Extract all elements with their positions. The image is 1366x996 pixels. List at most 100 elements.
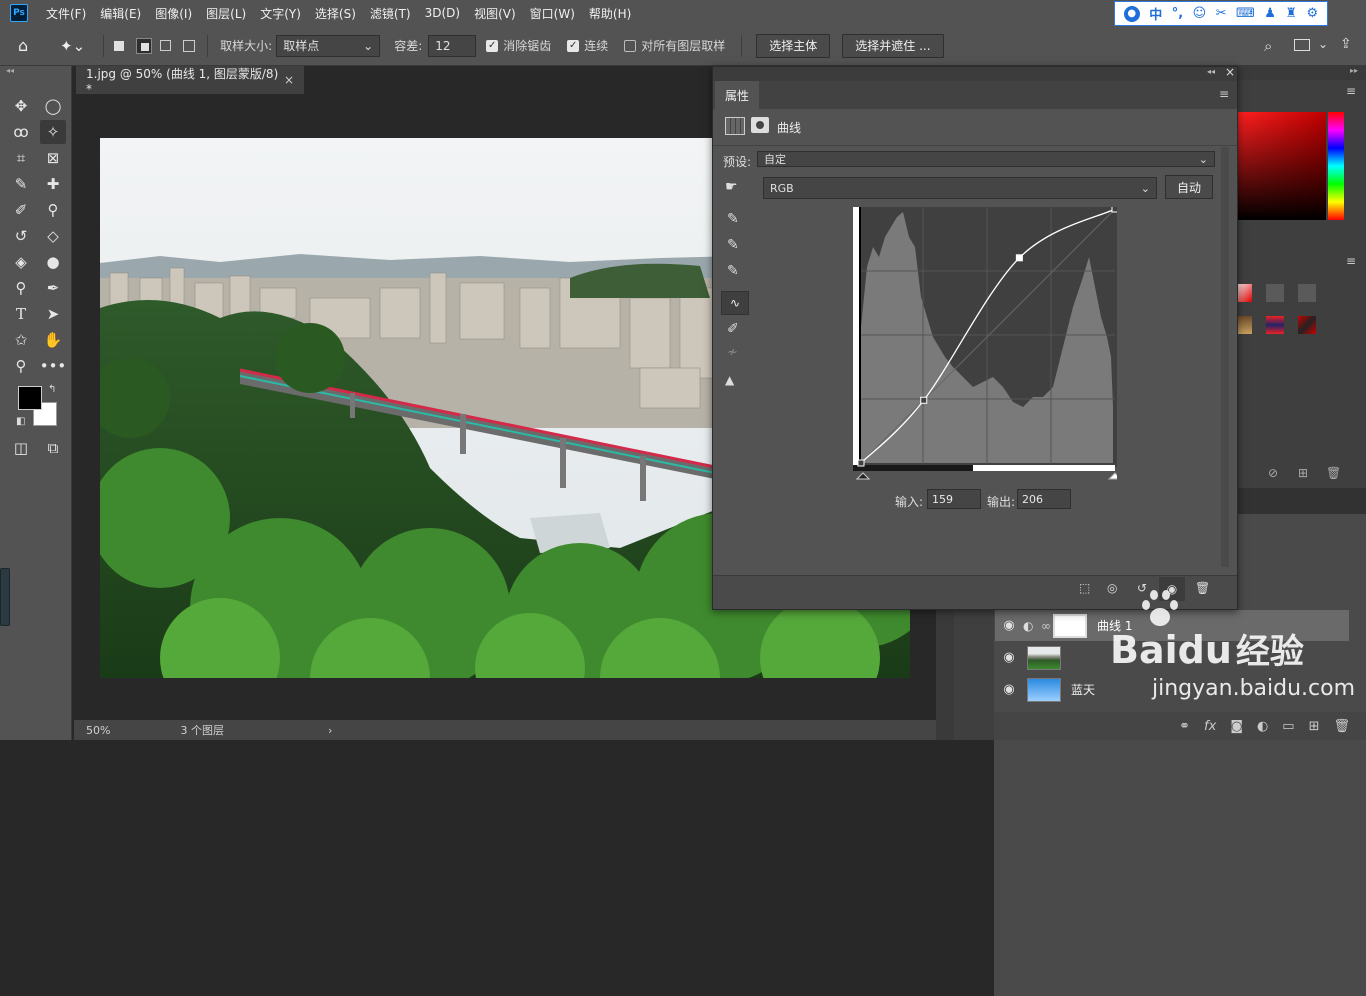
menu-type[interactable]: 文字(Y): [260, 5, 301, 22]
all-layers-checkbox[interactable]: [624, 39, 637, 52]
frame-tool-icon[interactable]: ⊠: [40, 146, 66, 170]
white-point-eyedropper-icon[interactable]: ✎: [727, 263, 739, 279]
curve-edit-icon[interactable]: ∿: [721, 291, 749, 315]
swatch[interactable]: [1298, 316, 1316, 334]
keyboard-icon[interactable]: ⌨: [1236, 6, 1255, 21]
menu-select[interactable]: 选择(S): [315, 5, 356, 22]
zoom-level[interactable]: 50%: [86, 724, 110, 737]
contiguous-checkbox[interactable]: ✓: [567, 39, 580, 52]
menu-filter[interactable]: 滤镜(T): [370, 5, 411, 22]
layer-name[interactable]: 蓝天: [1071, 681, 1095, 698]
clip-to-layer-icon[interactable]: ⬚: [1079, 581, 1090, 595]
curve-point[interactable]: [920, 396, 928, 404]
tolerance-input[interactable]: 12: [428, 34, 477, 57]
menu-file[interactable]: 文件(F): [46, 5, 86, 22]
auto-button[interactable]: 自动: [1165, 175, 1213, 199]
shape-tool-icon[interactable]: ✩: [8, 328, 34, 352]
move-tool-icon[interactable]: ✥: [8, 94, 34, 118]
menu-layer[interactable]: 图层(L): [206, 5, 246, 22]
fx-icon[interactable]: fx: [1204, 719, 1216, 734]
quick-mask-icon[interactable]: ◫: [8, 436, 34, 460]
dodge-tool-icon[interactable]: ⚲: [8, 276, 34, 300]
default-colors-icon[interactable]: ◧: [16, 416, 25, 427]
collapse-icon[interactable]: ◂◂: [1207, 67, 1215, 76]
swatch[interactable]: [1266, 284, 1284, 302]
healing-tool-icon[interactable]: ✚: [40, 172, 66, 196]
new-icon[interactable]: ⊞: [1298, 466, 1308, 480]
panel-menu-icon[interactable]: ≡: [1346, 84, 1356, 98]
white-slider[interactable]: [1107, 472, 1117, 480]
eye-icon[interactable]: ◉: [995, 650, 1023, 665]
eye-icon[interactable]: ◉: [995, 682, 1023, 697]
swap-colors-icon[interactable]: ↰: [48, 384, 56, 395]
select-and-mask-button[interactable]: 选择并遮住 ...: [842, 33, 944, 58]
pencil-icon[interactable]: ✐: [727, 321, 739, 337]
sample-size-select[interactable]: 取样点 ⌄: [276, 34, 381, 57]
magic-wand-preset-icon[interactable]: ✦⌄: [60, 37, 85, 55]
eye-icon[interactable]: ◉: [995, 618, 1023, 633]
gear-icon[interactable]: ⚙: [1307, 6, 1319, 21]
lasso-tool-icon[interactable]: ꝏ: [8, 120, 34, 144]
blur-tool-icon[interactable]: ●: [40, 250, 66, 274]
menu-help[interactable]: 帮助(H): [589, 5, 631, 22]
new-layer-icon[interactable]: ⊞: [1309, 719, 1320, 734]
panel-menu-icon[interactable]: ≡: [1346, 254, 1356, 268]
select-subject-button[interactable]: 选择主体: [756, 33, 831, 58]
type-tool-icon[interactable]: T: [8, 302, 34, 326]
foreground-color-swatch[interactable]: [18, 386, 42, 410]
eyedropper-tool-icon[interactable]: ✎: [8, 172, 34, 196]
curve-point[interactable]: [857, 459, 865, 467]
chinese-icon[interactable]: 中: [1149, 4, 1162, 23]
search-icon[interactable]: ⌕: [1264, 37, 1272, 55]
collapse-icon[interactable]: ◂◂: [6, 66, 14, 75]
history-brush-icon[interactable]: ↺: [8, 224, 34, 248]
layer-thumbnail[interactable]: [1027, 677, 1061, 702]
menu-edit[interactable]: 编辑(E): [100, 5, 141, 22]
magic-wand-tool-icon[interactable]: ✧: [40, 120, 66, 144]
link-layers-icon[interactable]: ⚭: [1179, 719, 1190, 734]
close-icon[interactable]: ×: [284, 73, 294, 87]
eraser-tool-icon[interactable]: ◇: [40, 224, 66, 248]
add-selection-icon[interactable]: [136, 37, 153, 54]
punct-icon[interactable]: °,: [1172, 6, 1183, 21]
panel-menu-icon[interactable]: ≡: [1219, 87, 1229, 101]
curve-point[interactable]: [1015, 254, 1023, 262]
preset-select[interactable]: 自定 ⌄: [757, 151, 1215, 167]
more-tools-icon[interactable]: •••: [40, 354, 67, 378]
paint-bucket-icon[interactable]: ◈: [8, 250, 34, 274]
screen-mode-icon[interactable]: ⧉: [40, 436, 66, 460]
share-icon[interactable]: ⇪: [1340, 36, 1352, 52]
workspace-icon[interactable]: [1294, 39, 1310, 51]
smooth-curve-icon[interactable]: ≁: [727, 345, 738, 360]
person-icon[interactable]: ♟: [1264, 6, 1276, 21]
brush-tool-icon[interactable]: ✐: [8, 198, 34, 222]
clipping-warning-icon[interactable]: ▲: [725, 373, 734, 387]
mask-icon[interactable]: [751, 117, 769, 133]
hue-slider[interactable]: [1328, 112, 1344, 220]
close-icon[interactable]: ×: [1225, 65, 1235, 79]
marquee-tool-icon[interactable]: ◯: [40, 94, 66, 118]
zoom-tool-icon[interactable]: ⚲: [8, 354, 34, 378]
output-field[interactable]: 206: [1017, 489, 1071, 509]
document-tab[interactable]: 1.jpg @ 50% (曲线 1, 图层蒙版/8) * ×: [76, 66, 304, 96]
trash-icon[interactable]: 🗑: [1333, 719, 1350, 734]
user-icon[interactable]: ●: [1123, 5, 1140, 22]
delete-icon[interactable]: ⊘: [1268, 466, 1278, 480]
intersect-selection-icon[interactable]: [183, 39, 196, 52]
channel-select[interactable]: RGB ⌄: [763, 177, 1157, 199]
antialias-checkbox[interactable]: ✓: [486, 39, 499, 52]
swatch[interactable]: [1298, 284, 1316, 302]
subtract-selection-icon[interactable]: [160, 40, 172, 51]
emoji-icon[interactable]: ☺: [1193, 6, 1207, 21]
target-adjust-icon[interactable]: ☛: [725, 179, 738, 195]
tab-properties[interactable]: 属性: [715, 81, 759, 109]
black-slider[interactable]: [855, 472, 871, 480]
add-mask-icon[interactable]: ◙: [1230, 719, 1243, 734]
crop-tool-icon[interactable]: ⌗: [8, 146, 34, 170]
layer-mask-thumbnail[interactable]: [1053, 613, 1087, 638]
side-handle[interactable]: [0, 568, 10, 626]
new-selection-icon[interactable]: [114, 40, 125, 51]
curves-graph[interactable]: [853, 207, 1117, 487]
input-field[interactable]: 159: [927, 489, 981, 509]
stamp-tool-icon[interactable]: ⚲: [40, 198, 66, 222]
